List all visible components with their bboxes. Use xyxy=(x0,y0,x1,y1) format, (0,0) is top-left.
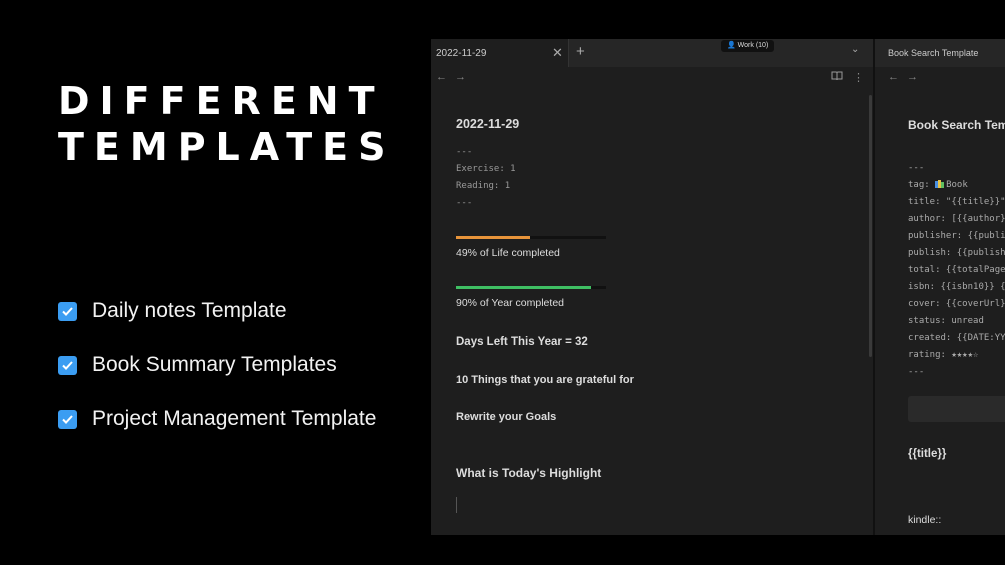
tab-bar: 2022-11-29 ✕ + 👤 Work (10) ⌄ xyxy=(431,39,873,67)
reading-view-book-icon[interactable] xyxy=(831,71,843,84)
checklist-item-label: Daily notes Template xyxy=(92,299,287,322)
slide-title-line-2: TEMPLATES xyxy=(58,125,396,169)
workspace-label: Work (10) xyxy=(737,42,769,49)
title-placeholder: {{title}} xyxy=(908,448,947,460)
template-line: isbn: {{isbn10}} { xyxy=(908,282,1005,292)
chevron-down-icon[interactable]: ⌄ xyxy=(851,44,859,55)
template-line: --- xyxy=(908,163,925,173)
slide-title-line-1: DIFFERENT xyxy=(58,79,385,123)
user-icon: 👤 xyxy=(727,42,736,49)
life-progress-bar xyxy=(456,236,606,239)
kindle-field: kindle:: xyxy=(908,514,942,526)
template-line: cover: {{coverUrl} xyxy=(908,299,1005,309)
tab-label: 2022-11-29 xyxy=(436,48,487,59)
right-pane: Book Search Template ← → Book Search Tem… xyxy=(875,39,1005,535)
template-line: created: {{DATE:YY xyxy=(908,333,1005,343)
frontmatter-line: Reading: 1 xyxy=(456,181,511,191)
days-left-text: Days Left This Year = 32 xyxy=(456,336,588,348)
checklist-item-label: Project Management Template xyxy=(92,407,377,430)
close-icon[interactable]: ✕ xyxy=(552,45,563,61)
forward-arrow-icon[interactable]: → xyxy=(907,71,918,83)
checkbox-checked-icon xyxy=(58,355,77,375)
year-progress-bar xyxy=(456,286,606,289)
checklist-item: Daily notes Template xyxy=(58,296,376,326)
checklist-item: Book Summary Templates xyxy=(58,350,376,380)
tab-daily-note[interactable]: 2022-11-29 ✕ xyxy=(431,39,569,67)
right-tab-bar: Book Search Template xyxy=(875,39,1005,67)
template-line: total: {{totalPage xyxy=(908,265,1005,275)
template-line: tag: Book xyxy=(908,180,968,190)
scrollbar[interactable] xyxy=(869,95,872,357)
frontmatter-line: --- xyxy=(456,198,473,208)
template-line: --- xyxy=(908,367,925,377)
text-cursor xyxy=(456,497,457,513)
life-progress-label: 49% of Life completed xyxy=(456,247,560,259)
tab-book-search-template[interactable]: Book Search Template xyxy=(888,48,978,58)
new-tab-plus-icon[interactable]: + xyxy=(576,43,585,60)
template-line: publisher: {{publi xyxy=(908,231,1005,241)
forward-arrow-icon[interactable]: → xyxy=(455,71,466,83)
right-note-title: Book Search Temp xyxy=(908,118,1005,132)
highlight-heading: What is Today's Highlight xyxy=(456,466,602,480)
note-title: 2022-11-29 xyxy=(456,117,520,131)
template-line: author: [{{author} xyxy=(908,214,1005,224)
right-nav-bar: ← → xyxy=(875,69,1005,89)
template-checklist: Daily notes Template Book Summary Templa… xyxy=(58,296,376,458)
slide-title: DIFFERENT TEMPLATES xyxy=(58,78,395,170)
template-line: title: "{{title}}" xyxy=(908,197,1005,207)
checklist-item-label: Book Summary Templates xyxy=(92,353,337,376)
checkbox-checked-icon xyxy=(58,301,77,321)
template-line: rating: ★★★★☆ xyxy=(908,350,979,360)
year-progress-label: 90% of Year completed xyxy=(456,297,564,309)
back-arrow-icon[interactable]: ← xyxy=(888,71,899,83)
workspace-badge[interactable]: 👤 Work (10) xyxy=(721,40,775,52)
template-line: status: unread xyxy=(908,316,984,326)
more-options-icon[interactable]: ⋮ xyxy=(853,71,864,84)
checkbox-checked-icon xyxy=(58,409,77,429)
nav-bar: ← → ⋮ xyxy=(431,69,873,89)
grateful-heading: 10 Things that you are grateful for xyxy=(456,374,634,386)
frontmatter-line: Exercise: 1 xyxy=(456,164,516,174)
books-icon xyxy=(935,180,945,188)
frontmatter-line: --- xyxy=(456,147,473,157)
code-block xyxy=(908,396,1005,422)
year-progress-fill xyxy=(456,286,591,289)
left-pane: 2022-11-29 ✕ + 👤 Work (10) ⌄ ← → ⋮ 2022-… xyxy=(431,39,873,535)
app-window: 2022-11-29 ✕ + 👤 Work (10) ⌄ ← → ⋮ 2022-… xyxy=(431,39,1005,535)
template-line: publish: {{publish xyxy=(908,248,1005,258)
checklist-item: Project Management Template xyxy=(58,404,376,434)
back-arrow-icon[interactable]: ← xyxy=(436,71,447,83)
life-progress-fill xyxy=(456,236,530,239)
goals-heading: Rewrite your Goals xyxy=(456,411,557,423)
